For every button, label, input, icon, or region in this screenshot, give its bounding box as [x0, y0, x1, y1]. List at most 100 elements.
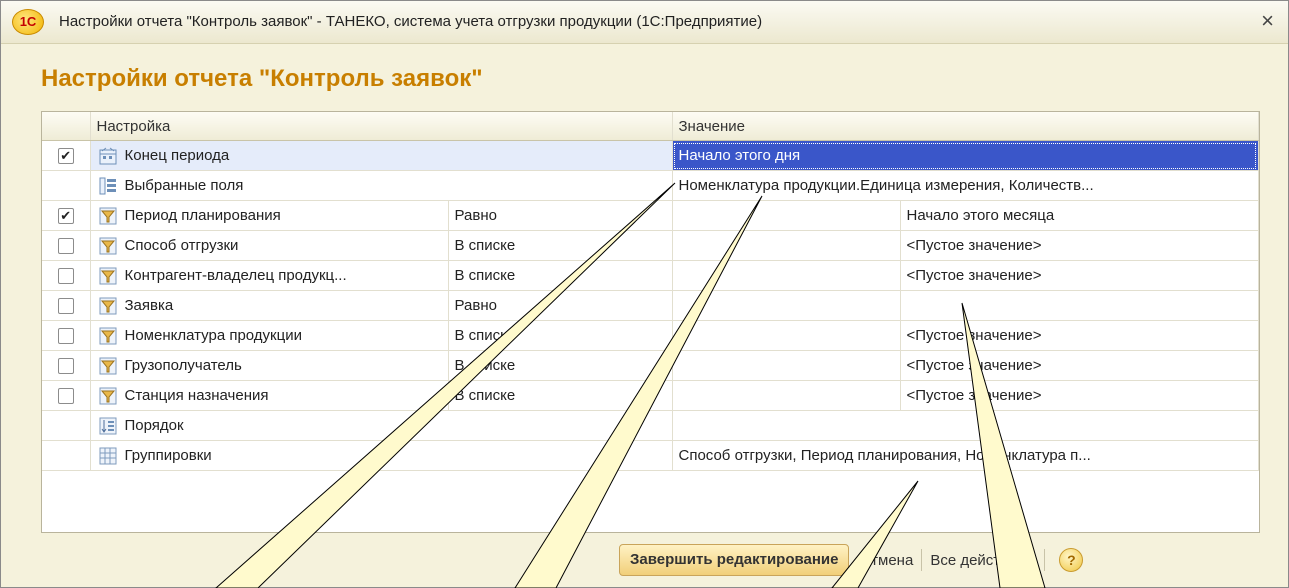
condition-text: В списке	[454, 237, 516, 254]
empty-cell	[672, 290, 901, 321]
condition-cell[interactable]: В списке	[448, 320, 673, 351]
setting-name: Группировки	[124, 447, 212, 464]
setting-cell[interactable]: Станция назначения	[90, 380, 449, 411]
row-checkbox[interactable]	[57, 387, 74, 404]
condition-cell[interactable]: В списке	[448, 230, 673, 261]
condition-text: Равно	[454, 207, 497, 224]
header-value[interactable]: Значение	[672, 112, 1259, 141]
table-row[interactable]: ✔ Период планирования Равно Начало этого ме…	[42, 200, 1259, 231]
empty-cell	[672, 380, 901, 411]
row-checkbox[interactable]	[57, 267, 74, 284]
value-text: Номенклатура продукции.Единица измерения…	[678, 177, 1094, 194]
setting-name: Период планирования	[124, 207, 281, 224]
row-checkbox[interactable]: ✔	[57, 207, 74, 224]
empty-cell	[672, 230, 901, 261]
value-cell[interactable]: Способ отгрузки, Период планирования, Но…	[672, 440, 1259, 471]
filter-icon	[99, 237, 117, 255]
setting-name: Контрагент-владелец продукц...	[124, 267, 347, 284]
setting-cell[interactable]: Конец периода	[90, 140, 673, 171]
setting-cell[interactable]: Период планирования	[90, 200, 449, 231]
checkbox-cell[interactable]	[42, 380, 91, 411]
value-text: Начало этого месяца	[906, 207, 1055, 224]
all-actions-menu[interactable]: Все действия ▾	[930, 551, 1036, 569]
value-cell[interactable]: Номенклатура продукции.Единица измерения…	[672, 170, 1259, 201]
setting-name: Станция назначения	[124, 387, 269, 404]
value-cell[interactable]: <Пустое значение>	[900, 350, 1259, 381]
table-row[interactable]: Номенклатура продукции В списке <Пустое зн…	[42, 320, 1259, 351]
toolbar-separator	[1044, 549, 1046, 571]
row-checkbox[interactable]: ✔	[57, 147, 74, 164]
table-row[interactable]: Заявка Равно	[42, 290, 1259, 321]
condition-cell[interactable]: Равно	[448, 200, 673, 231]
help-icon[interactable]: ?	[1059, 548, 1084, 572]
checkbox-cell[interactable]	[42, 350, 91, 381]
value-text: <Пустое значение>	[906, 357, 1042, 374]
table-row[interactable]: Станция назначения В списке <Пустое значен…	[42, 380, 1259, 411]
setting-cell[interactable]: Номенклатура продукции	[90, 320, 449, 351]
filter-icon	[99, 357, 117, 375]
value-text: <Пустое значение>	[906, 327, 1042, 344]
value-cell[interactable]: <Пустое значение>	[900, 380, 1259, 411]
filter-icon	[99, 297, 117, 315]
table-row[interactable]: Порядок	[42, 410, 1259, 441]
table-row[interactable]: Способ отгрузки В списке <Пустое значение>	[42, 230, 1259, 261]
cancel-button[interactable]: Отмена	[859, 552, 913, 569]
table-row[interactable]: Выбранные поля Номенклатура продукции.Еди…	[42, 170, 1259, 201]
row-checkbox[interactable]	[57, 237, 74, 254]
value-text	[901, 297, 907, 314]
value-cell[interactable]: Начало этого дня	[672, 140, 1259, 171]
order-icon	[99, 417, 117, 435]
value-cell[interactable]: <Пустое значение>	[900, 320, 1259, 351]
footer-toolbar: Завершить редактирование Отмена Все дейс…	[619, 544, 1084, 576]
condition-cell[interactable]: В списке	[448, 260, 673, 291]
settings-table: Настройка Значение ✔ Конец периода Начало …	[41, 111, 1260, 533]
close-button[interactable]: ×	[1261, 8, 1274, 34]
checkbox-cell	[42, 410, 91, 441]
setting-cell[interactable]: Контрагент-владелец продукц...	[90, 260, 449, 291]
header-setting[interactable]: Настройка	[90, 112, 673, 141]
title-bar: 1С Настройки отчета "Контроль заявок" - …	[1, 1, 1288, 44]
value-cell[interactable]	[900, 290, 1259, 321]
value-text: Начало этого дня	[678, 147, 801, 164]
table-row[interactable]: Грузополучатель В списке <Пустое значение>	[42, 350, 1259, 381]
setting-cell[interactable]: Выбранные поля	[90, 170, 673, 201]
condition-text: Равно	[454, 297, 497, 314]
value-text	[673, 417, 679, 434]
filter-icon	[99, 207, 117, 225]
condition-cell[interactable]: В списке	[448, 350, 673, 381]
table-header: Настройка Значение	[42, 112, 1259, 141]
setting-cell[interactable]: Порядок	[90, 410, 673, 441]
table-row[interactable]: ✔ Конец периода Начало этого дня	[42, 140, 1259, 171]
checkbox-cell[interactable]	[42, 320, 91, 351]
page-title: Настройки отчета "Контроль заявок"	[41, 65, 483, 92]
fields-icon	[99, 177, 117, 195]
row-checkbox[interactable]	[57, 297, 74, 314]
value-text: <Пустое значение>	[906, 267, 1042, 284]
checkbox-cell[interactable]	[42, 230, 91, 261]
table-row[interactable]: Контрагент-владелец продукц... В списке <П…	[42, 260, 1259, 291]
setting-name: Номенклатура продукции	[124, 327, 302, 344]
finish-editing-button[interactable]: Завершить редактирование	[619, 544, 850, 576]
condition-cell[interactable]: Равно	[448, 290, 673, 321]
row-checkbox[interactable]	[57, 357, 74, 374]
value-cell[interactable]	[672, 410, 1259, 441]
table-row[interactable]: Группировки Способ отгрузки, Период плани…	[42, 440, 1259, 471]
row-checkbox[interactable]	[57, 327, 74, 344]
value-cell[interactable]: <Пустое значение>	[900, 260, 1259, 291]
setting-name: Грузополучатель	[124, 357, 242, 374]
checkbox-cell	[42, 440, 91, 471]
condition-text: В списке	[454, 387, 516, 404]
checkbox-cell[interactable]	[42, 260, 91, 291]
checkbox-cell[interactable]: ✔	[42, 200, 91, 231]
empty-cell	[672, 320, 901, 351]
empty-cell	[672, 200, 901, 231]
setting-cell[interactable]: Заявка	[90, 290, 449, 321]
condition-text: В списке	[454, 327, 516, 344]
value-cell[interactable]: Начало этого месяца	[900, 200, 1259, 231]
value-cell[interactable]: <Пустое значение>	[900, 230, 1259, 261]
condition-cell[interactable]: В списке	[448, 380, 673, 411]
setting-cell[interactable]: Группировки	[90, 440, 673, 471]
setting-cell[interactable]: Грузополучатель	[90, 350, 449, 381]
checkbox-cell[interactable]	[42, 290, 91, 321]
setting-cell[interactable]: Способ отгрузки	[90, 230, 449, 261]
